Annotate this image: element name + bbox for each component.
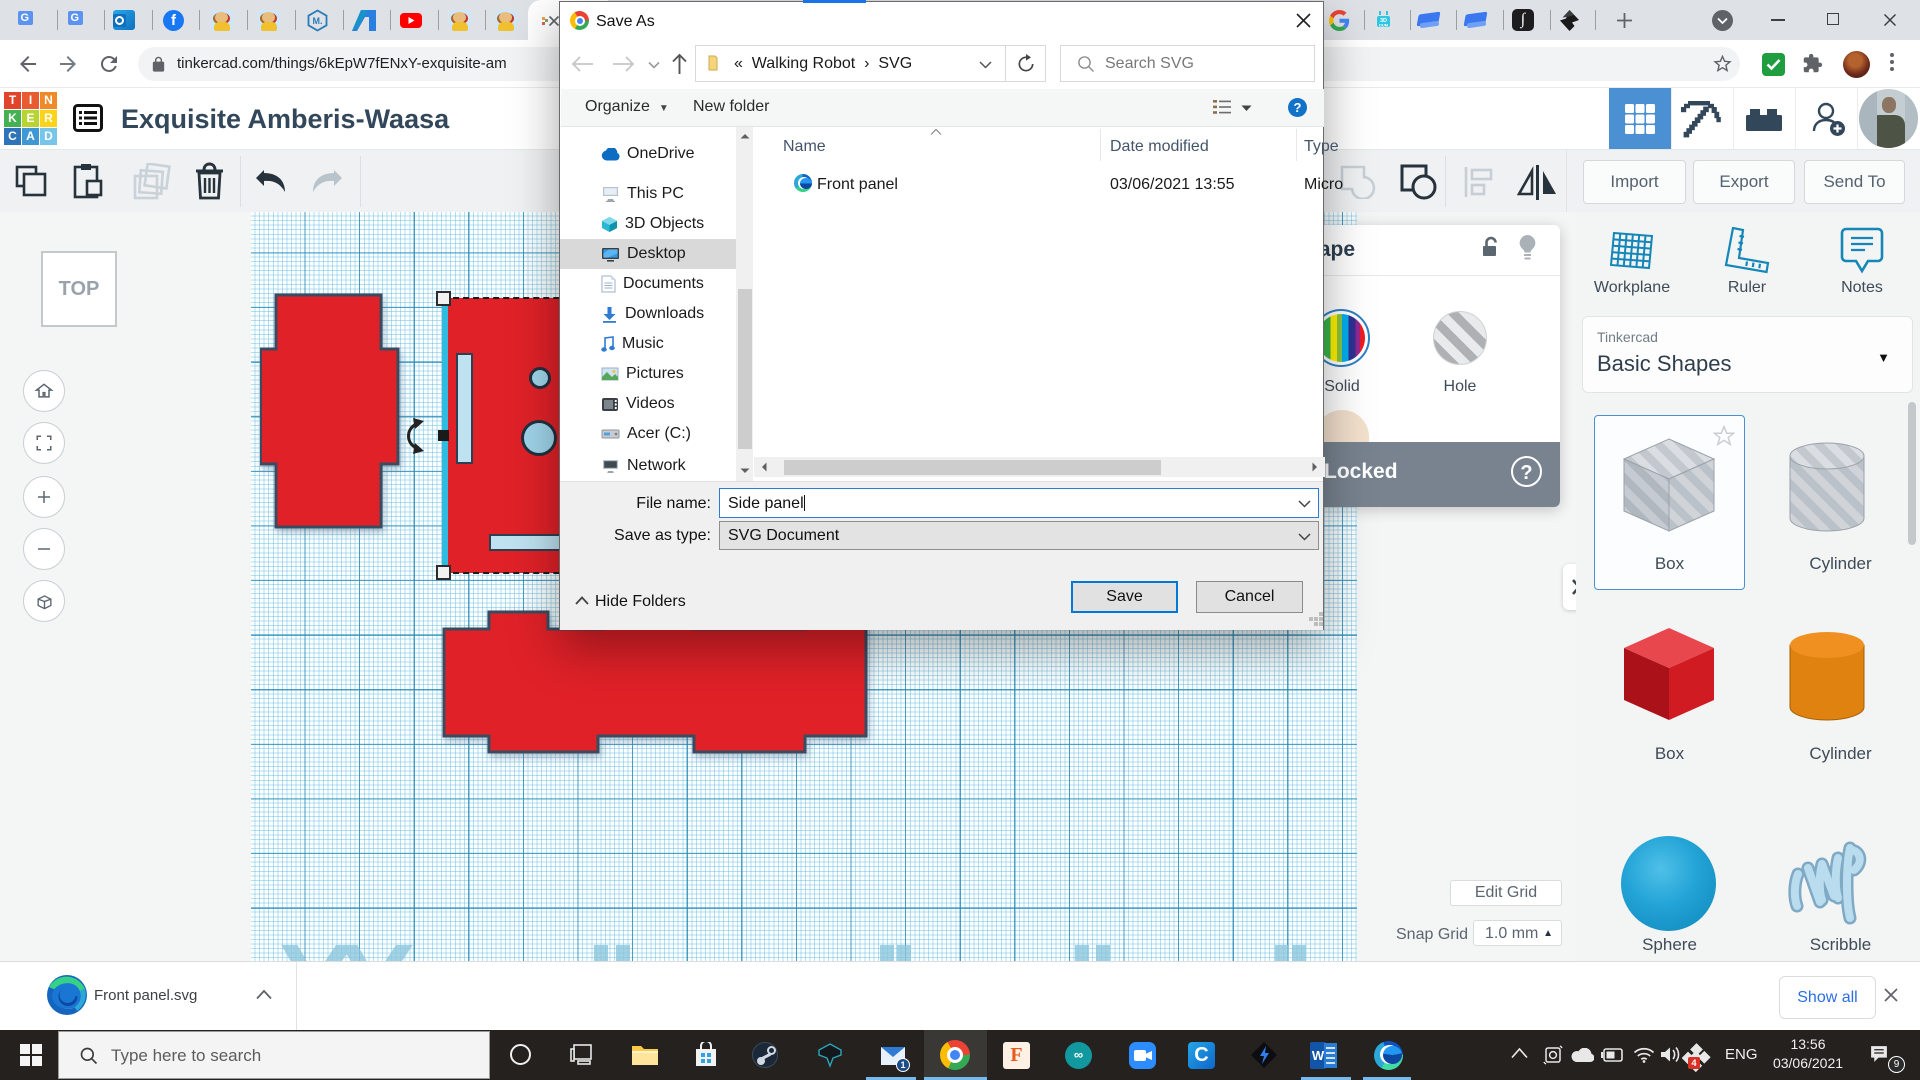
svg-text:DUM: DUM (1379, 23, 1389, 28)
svg-text:M.: M. (313, 16, 323, 26)
